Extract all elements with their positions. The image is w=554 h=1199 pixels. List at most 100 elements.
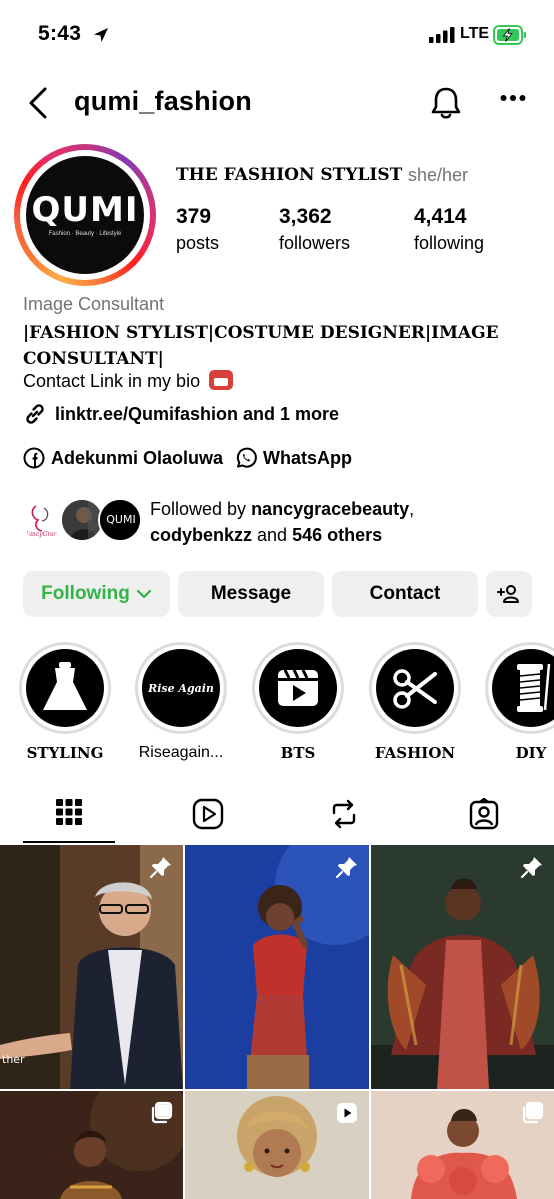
post-image — [185, 845, 369, 1089]
location-arrow-icon — [94, 28, 108, 42]
highlight-cover — [26, 649, 104, 727]
mutual-user-1[interactable]: nancygracebeauty — [251, 499, 409, 519]
bio-link-text: linktr.ee/Qumifashion and 1 more — [55, 403, 340, 424]
highlight-label: STYLING — [26, 744, 104, 762]
message-button[interactable]: Message — [178, 571, 324, 617]
facebook-icon — [23, 447, 45, 469]
mutual-others[interactable]: 546 others — [292, 525, 382, 545]
notification-bell-icon[interactable] — [430, 86, 462, 120]
clapperboard-icon — [278, 669, 318, 706]
post-tile[interactable] — [185, 845, 369, 1089]
highlight-ring — [252, 642, 344, 734]
suggested-people-button[interactable] — [486, 571, 532, 617]
highlight-ring: Rise Again — [135, 642, 227, 734]
followed-and: and — [252, 525, 293, 545]
mutual-followers-text: Followed by nancygracebeauty, codybenkzz… — [150, 496, 414, 548]
rise-again-logo: Rise Again — [148, 681, 214, 695]
dress-icon — [43, 662, 87, 710]
qumi-rentals-logo: QUMI — [100, 500, 140, 540]
avatar-tagline: Fashion · Beauty · Lifestyle — [48, 231, 122, 237]
qumi-rentals-logo-text: QUMI — [106, 513, 135, 526]
post-image — [371, 845, 554, 1089]
highlight-label: FASHION — [374, 744, 456, 762]
highlight-label: Riseagain... — [138, 744, 224, 761]
highlight-styling[interactable]: STYLING — [18, 642, 112, 762]
bio-title-line: |FASHION STYLIST|COSTUME DESIGNER|IMAGE … — [23, 323, 499, 369]
profile-display-name: THE FASHION STYLIST — [176, 165, 403, 185]
stat-following-count: 4,414 — [414, 205, 467, 228]
signal-icon — [429, 27, 455, 43]
active-tab-indicator — [23, 841, 115, 843]
contact-button[interactable]: Contact — [332, 571, 478, 617]
post-tile[interactable] — [0, 1091, 183, 1199]
pin-icon — [520, 857, 542, 879]
network-type: LTE — [460, 25, 490, 42]
reels-icon[interactable] — [192, 798, 224, 830]
thread-spool-icon — [517, 663, 551, 712]
post-caption-fragment: ther — [2, 1053, 25, 1066]
post-tile[interactable] — [371, 1091, 554, 1199]
reel-icon — [337, 1103, 357, 1123]
profile-header: qumi_fashion — [0, 80, 554, 126]
stat-following[interactable]: 4,414 following — [414, 205, 484, 254]
pin-icon — [149, 857, 171, 879]
add-person-icon — [497, 585, 519, 603]
highlight-cover — [376, 649, 454, 727]
highlight-ring — [485, 642, 554, 734]
status-bar: 5:43 LTE — [0, 0, 554, 70]
tagged-icon[interactable] — [468, 798, 500, 830]
person-photo-thumbnail — [62, 500, 102, 540]
stat-posts-label: posts — [176, 233, 220, 253]
post-tile[interactable] — [371, 845, 554, 1089]
mutual-user-2[interactable]: codybenkzz — [150, 525, 252, 545]
scissors-icon — [393, 669, 437, 709]
whatsapp-link[interactable]: WhatsApp — [235, 447, 352, 469]
facebook-link-label: Adekunmi Olaoluwa — [51, 447, 224, 468]
posts-grid: ther — [0, 845, 554, 1199]
stat-followers-count: 3,362 — [279, 205, 332, 228]
highlight-diy[interactable]: DIY — [484, 642, 554, 762]
post-tile[interactable]: ther — [0, 845, 183, 1089]
whatsapp-link-label: WhatsApp — [263, 447, 353, 468]
avatar[interactable]: QUMI Fashion · Beauty · Lifestyle — [26, 156, 144, 274]
followed-separator: , — [409, 499, 415, 519]
mutual-followers[interactable]: NancyGrace QUMI Followed by nancygracebe… — [20, 492, 540, 548]
following-button[interactable]: Following — [23, 571, 170, 617]
highlight-cover: Rise Again — [142, 649, 220, 727]
highlight-bts[interactable]: BTS — [251, 642, 345, 762]
bio-link[interactable]: linktr.ee/Qumifashion and 1 more — [23, 402, 339, 426]
post-image: ther — [0, 845, 183, 1089]
bio-contact-text: Contact Link in my bio — [23, 371, 201, 391]
highlight-riseagain[interactable]: Rise Again Riseagain... — [134, 642, 228, 762]
mutual-avatar-1: NancyGrace — [20, 498, 64, 542]
following-button-label: Following — [41, 583, 130, 604]
mutual-avatar-3: QUMI — [98, 498, 142, 542]
chevron-down-icon — [136, 589, 151, 599]
bio-contact-line: Contact Link in my bio — [23, 370, 234, 392]
stat-followers-label: followers — [279, 233, 351, 253]
nancygrace-logo-text: NancyGrace — [22, 531, 61, 538]
followed-prefix: Followed by — [150, 499, 252, 519]
grid-icon[interactable] — [55, 798, 83, 826]
carousel-icon — [151, 1101, 173, 1124]
highlight-ring — [369, 642, 461, 734]
pin-icon — [335, 857, 357, 879]
more-options-icon[interactable] — [500, 94, 526, 102]
highlight-ring — [19, 642, 111, 734]
link-icon — [26, 404, 44, 424]
carousel-icon — [522, 1101, 544, 1124]
stat-posts[interactable]: 379 posts — [176, 205, 219, 254]
social-links: Adekunmi Olaoluwa WhatsApp — [23, 447, 364, 469]
status-time: 5:43 — [38, 22, 82, 45]
nancygrace-logo: NancyGrace — [22, 505, 61, 538]
back-arrow-icon[interactable] — [26, 86, 50, 120]
highlight-fashion[interactable]: FASHION — [368, 642, 462, 762]
facebook-link[interactable]: Adekunmi Olaoluwa — [23, 447, 223, 469]
reposts-icon[interactable] — [328, 798, 360, 830]
stat-posts-count: 379 — [176, 205, 212, 228]
highlight-cover — [492, 649, 554, 727]
stat-followers[interactable]: 3,362 followers — [279, 205, 350, 254]
telephone-emoji-icon — [209, 370, 234, 390]
battery-charging-icon — [493, 25, 526, 45]
post-tile[interactable] — [185, 1091, 369, 1199]
